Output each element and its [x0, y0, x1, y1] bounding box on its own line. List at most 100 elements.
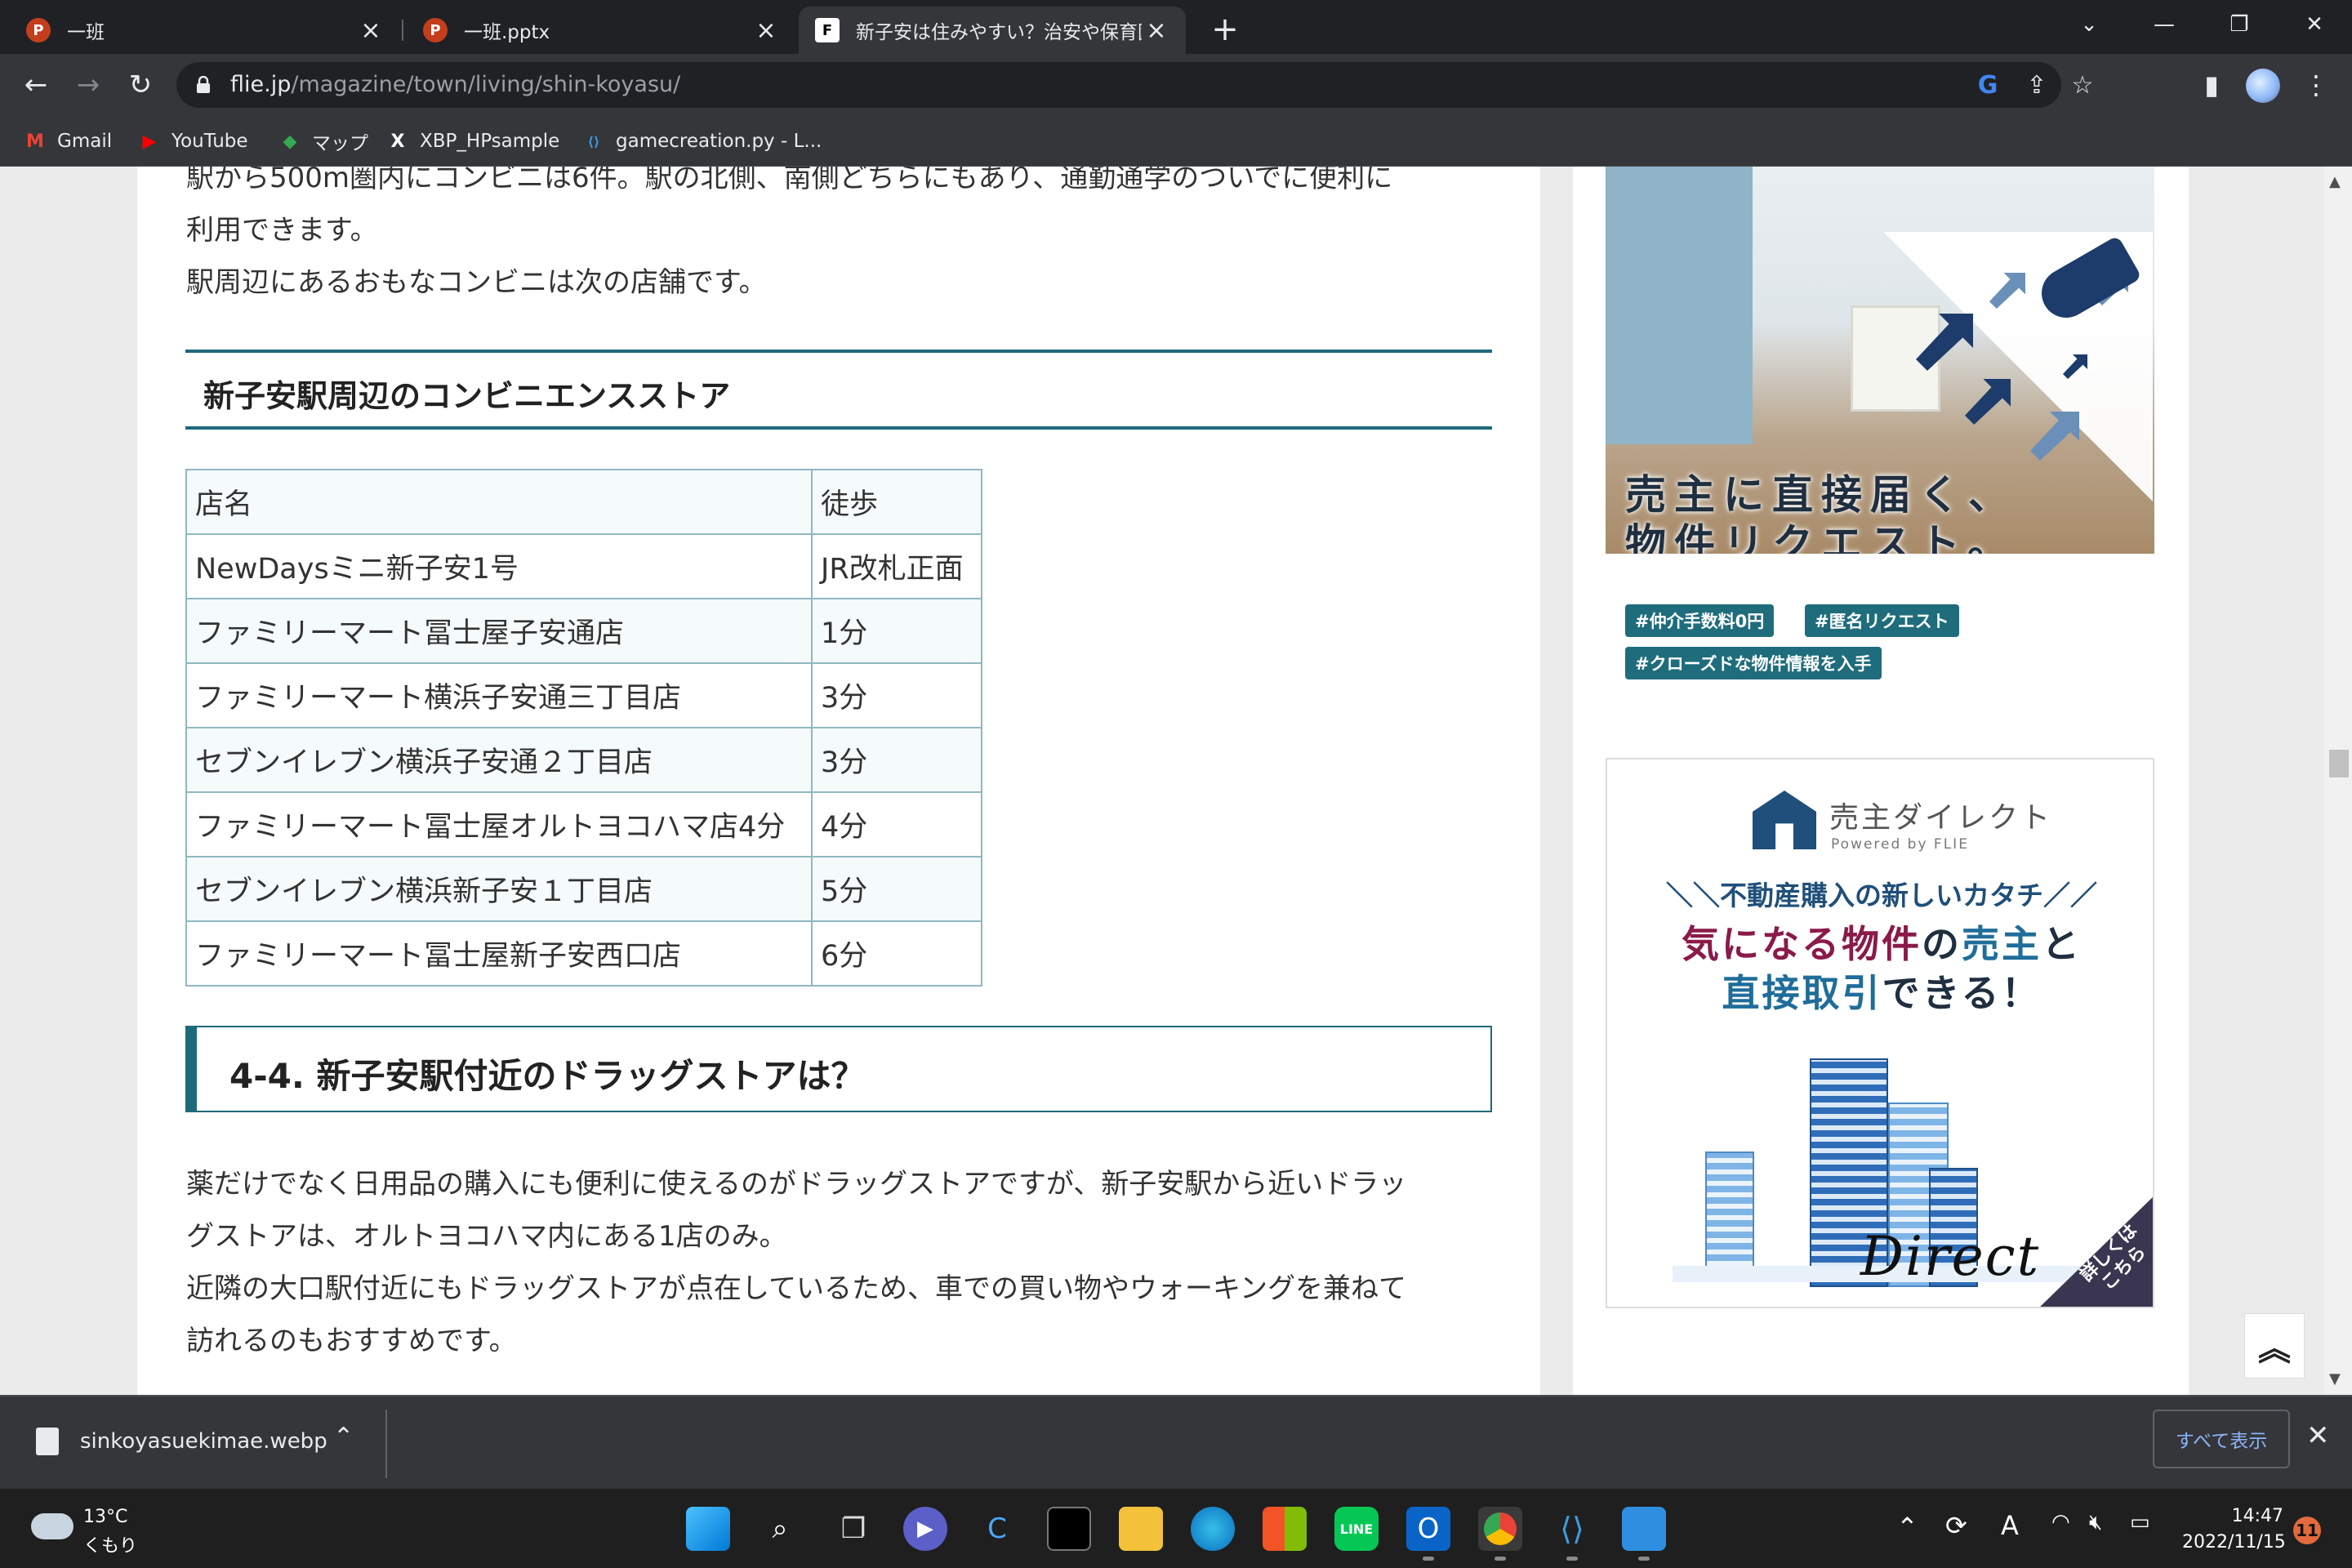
convenience-store-table: 店名 徒歩 NewDaysミニ新子安1号 JR改札正面 ファミリーマート冨士屋子安…	[185, 469, 982, 987]
file-explorer-icon[interactable]	[1119, 1507, 1163, 1551]
walk-time-cell: JR改札正面	[811, 533, 982, 599]
cortana-app-icon[interactable]: C	[975, 1507, 1019, 1551]
battery-icon[interactable]: ▭	[2130, 1510, 2150, 1535]
share-icon[interactable]: ⇪	[2022, 70, 2051, 100]
show-all-button[interactable]: すべて表示	[2153, 1410, 2290, 1468]
tab-title: 一班	[67, 22, 105, 43]
paragraph-line: 訪れるのもおすすめです。	[186, 1325, 517, 1357]
ad-image-wall	[1606, 167, 1753, 444]
bookmark-label: マップ	[312, 133, 368, 154]
notification-badge[interactable]: 11	[2293, 1517, 2321, 1544]
heading-text: 4-4. 新子安駅付近のドラッグストアは？	[229, 1056, 866, 1096]
forward-button[interactable]: →	[69, 65, 108, 105]
property-request-ad-banner[interactable]: 売主に直接届く、 物件リクエスト。	[1606, 167, 2154, 554]
close-tab-icon[interactable]: ×	[751, 16, 781, 45]
web-page: 駅から500m圏内にコンビニは6件。駅の北側、南側どちらにもあり、通勤通学のつい…	[0, 167, 2352, 1395]
terminal-icon[interactable]	[1047, 1507, 1091, 1551]
reload-button[interactable]: ↻	[121, 65, 160, 105]
cloud-icon[interactable]	[31, 1513, 74, 1539]
windows-taskbar: 13°C くもり ⌕ ❐ ▶ C LINE O ⟨⟩ ⌃ ⟳ A ◠ 🔇︎ ▭ …	[0, 1488, 2352, 1568]
details-label: 詳しくは こちら	[2076, 1220, 2151, 1295]
table-header-cell: 徒歩	[811, 469, 982, 535]
line-app-icon[interactable]: LINE	[1334, 1507, 1379, 1551]
bookmark-vscode[interactable]: ⟨⟩ gamecreation.py - L...	[581, 126, 822, 157]
weather-description[interactable]: くもり	[83, 1531, 137, 1557]
store-name-cell: ファミリーマート冨士屋オルトヨコハマ店4分	[185, 791, 813, 858]
tray-overflow-chevron-icon[interactable]: ⌃	[1896, 1512, 1918, 1543]
bookmark-star-icon[interactable]: ☆	[2068, 70, 2097, 100]
microsoft-store-icon[interactable]	[1263, 1507, 1307, 1551]
speaker-muted-icon[interactable]: 🔇︎	[2089, 1510, 2102, 1535]
sync-icon[interactable]: ⟳	[1945, 1510, 1967, 1541]
outlook-icon[interactable]: O	[1406, 1507, 1450, 1561]
store-name-cell: ファミリーマート横浜子安通三丁目店	[185, 662, 813, 728]
vscode-taskbar-icon[interactable]: ⟨⟩	[1550, 1507, 1594, 1561]
page-scrollbar[interactable]	[2324, 167, 2352, 1395]
start-windows-icon[interactable]	[686, 1507, 730, 1551]
download-filename[interactable]: sinkoyasuekimae.webp	[80, 1429, 327, 1454]
scroll-down-arrow-icon[interactable]: ▼	[2329, 1370, 2341, 1388]
weather-temperature[interactable]: 13°C	[83, 1507, 127, 1527]
minimize-button[interactable]: —	[2140, 7, 2189, 42]
bookmark-xbp[interactable]: X XBP_HPsample	[385, 126, 560, 157]
new-tab-button[interactable]: +	[1207, 11, 1243, 48]
building-illustration	[1705, 1152, 1754, 1274]
menu-kebab-icon[interactable]: ⋮	[2298, 67, 2334, 103]
bookmark-label: XBP_HPsample	[420, 131, 560, 152]
table-row: NewDaysミニ新子安1号 JR改札正面	[185, 533, 982, 599]
store-name-cell: セブンイレブン横浜新子安１丁目店	[185, 856, 813, 922]
wifi-icon[interactable]: ◠	[2051, 1510, 2070, 1535]
paragraph-line: 駅から500m圏内にコンビニは6件。駅の北側、南側どちらにもあり、通勤通学のつい…	[186, 167, 1393, 194]
powerpoint-icon: P	[26, 18, 51, 42]
teams-chat-icon[interactable]: ▶	[903, 1507, 947, 1551]
download-options-chevron-icon[interactable]: ⌃	[333, 1423, 354, 1451]
paragraph-line: 駅周辺にあるおもなコンビニは次の店舗です。	[186, 266, 767, 299]
close-tab-icon[interactable]: ×	[356, 16, 385, 45]
ad-tag[interactable]: #仲介手数料0円	[1625, 604, 1775, 637]
paragraph-line: 利用できます。	[186, 214, 378, 247]
task-view-icon[interactable]: ❐	[831, 1507, 875, 1551]
heading-text: 新子安駅周辺のコンビニエンスストア	[203, 378, 731, 414]
details-corner-button[interactable]: 詳しくは こちら	[2037, 1194, 2153, 1307]
google-lens-icon[interactable]: G	[1973, 70, 2002, 100]
store-name-cell: ファミリーマート冨士屋新子安西口店	[185, 920, 813, 987]
ime-indicator[interactable]: A	[2001, 1510, 2019, 1541]
ad-copy-line: 売主に直接届く、	[1625, 471, 2017, 519]
profile-avatar[interactable]	[2246, 69, 2280, 103]
url-path: /magazine/town/living/shin-koyasu/	[291, 72, 681, 97]
tab-flie-active[interactable]: F 新子安は住みやすい？治安や保育園 ×	[799, 7, 1186, 54]
table-header-row: 店名 徒歩	[185, 469, 982, 535]
close-download-bar-icon[interactable]: ✕	[2306, 1419, 2330, 1452]
youtube-icon: ▶	[142, 131, 157, 152]
tab-search-chevron-icon[interactable]: ⌄	[2065, 7, 2114, 42]
tab-ppt-2[interactable]: P 一班.pptx ×	[403, 7, 795, 54]
ad-tag[interactable]: #匿名リクエスト	[1805, 604, 1959, 637]
bookmark-label: gamecreation.py - L...	[616, 131, 822, 152]
table-row: ファミリーマート冨士屋新子安西口店 6分	[185, 920, 982, 987]
edge-browser-icon[interactable]	[1191, 1507, 1235, 1551]
side-panel-icon[interactable]: ▮	[2194, 67, 2230, 103]
chrome-browser-icon[interactable]	[1478, 1507, 1522, 1561]
tab-ppt-1[interactable]: P 一班 ×	[0, 7, 400, 54]
scroll-up-arrow-icon[interactable]: ▲	[2329, 173, 2341, 190]
scrollbar-thumb[interactable]	[2329, 750, 2349, 777]
gmail-icon: M	[26, 131, 44, 152]
address-bar[interactable]: flie.jp/magazine/town/living/shin-koyasu…	[176, 62, 2093, 108]
ad-tag[interactable]: #クローズドな物件情報を入手	[1625, 647, 1882, 679]
walk-time-cell: 3分	[811, 662, 982, 728]
seller-direct-ad-banner[interactable]: 売主ダイレクト Powered by FLIE ＼＼不動産購入の新しいカタチ／／…	[1606, 758, 2154, 1308]
bookmark-maps[interactable]: ◆ マップ	[278, 126, 368, 157]
ad-direct-logo: Direct	[1860, 1225, 2041, 1288]
close-tab-icon[interactable]: ×	[1142, 16, 1171, 45]
close-window-button[interactable]: ✕	[2290, 7, 2339, 42]
search-icon[interactable]: ⌕	[758, 1507, 802, 1551]
photos-app-icon[interactable]	[1622, 1507, 1666, 1561]
system-clock[interactable]: 14:47 2022/11/15	[2182, 1503, 2286, 1556]
url-text: flie.jp/magazine/town/living/shin-koyasu…	[230, 72, 680, 97]
back-button[interactable]: ←	[16, 65, 56, 105]
bookmark-gmail[interactable]: M Gmail	[23, 126, 112, 157]
back-to-top-button[interactable]: ︽	[2244, 1313, 2305, 1379]
bookmark-youtube[interactable]: ▶ YouTube	[137, 126, 248, 157]
walk-time-cell: 5分	[811, 856, 982, 922]
restore-button[interactable]: ❐	[2215, 7, 2264, 42]
